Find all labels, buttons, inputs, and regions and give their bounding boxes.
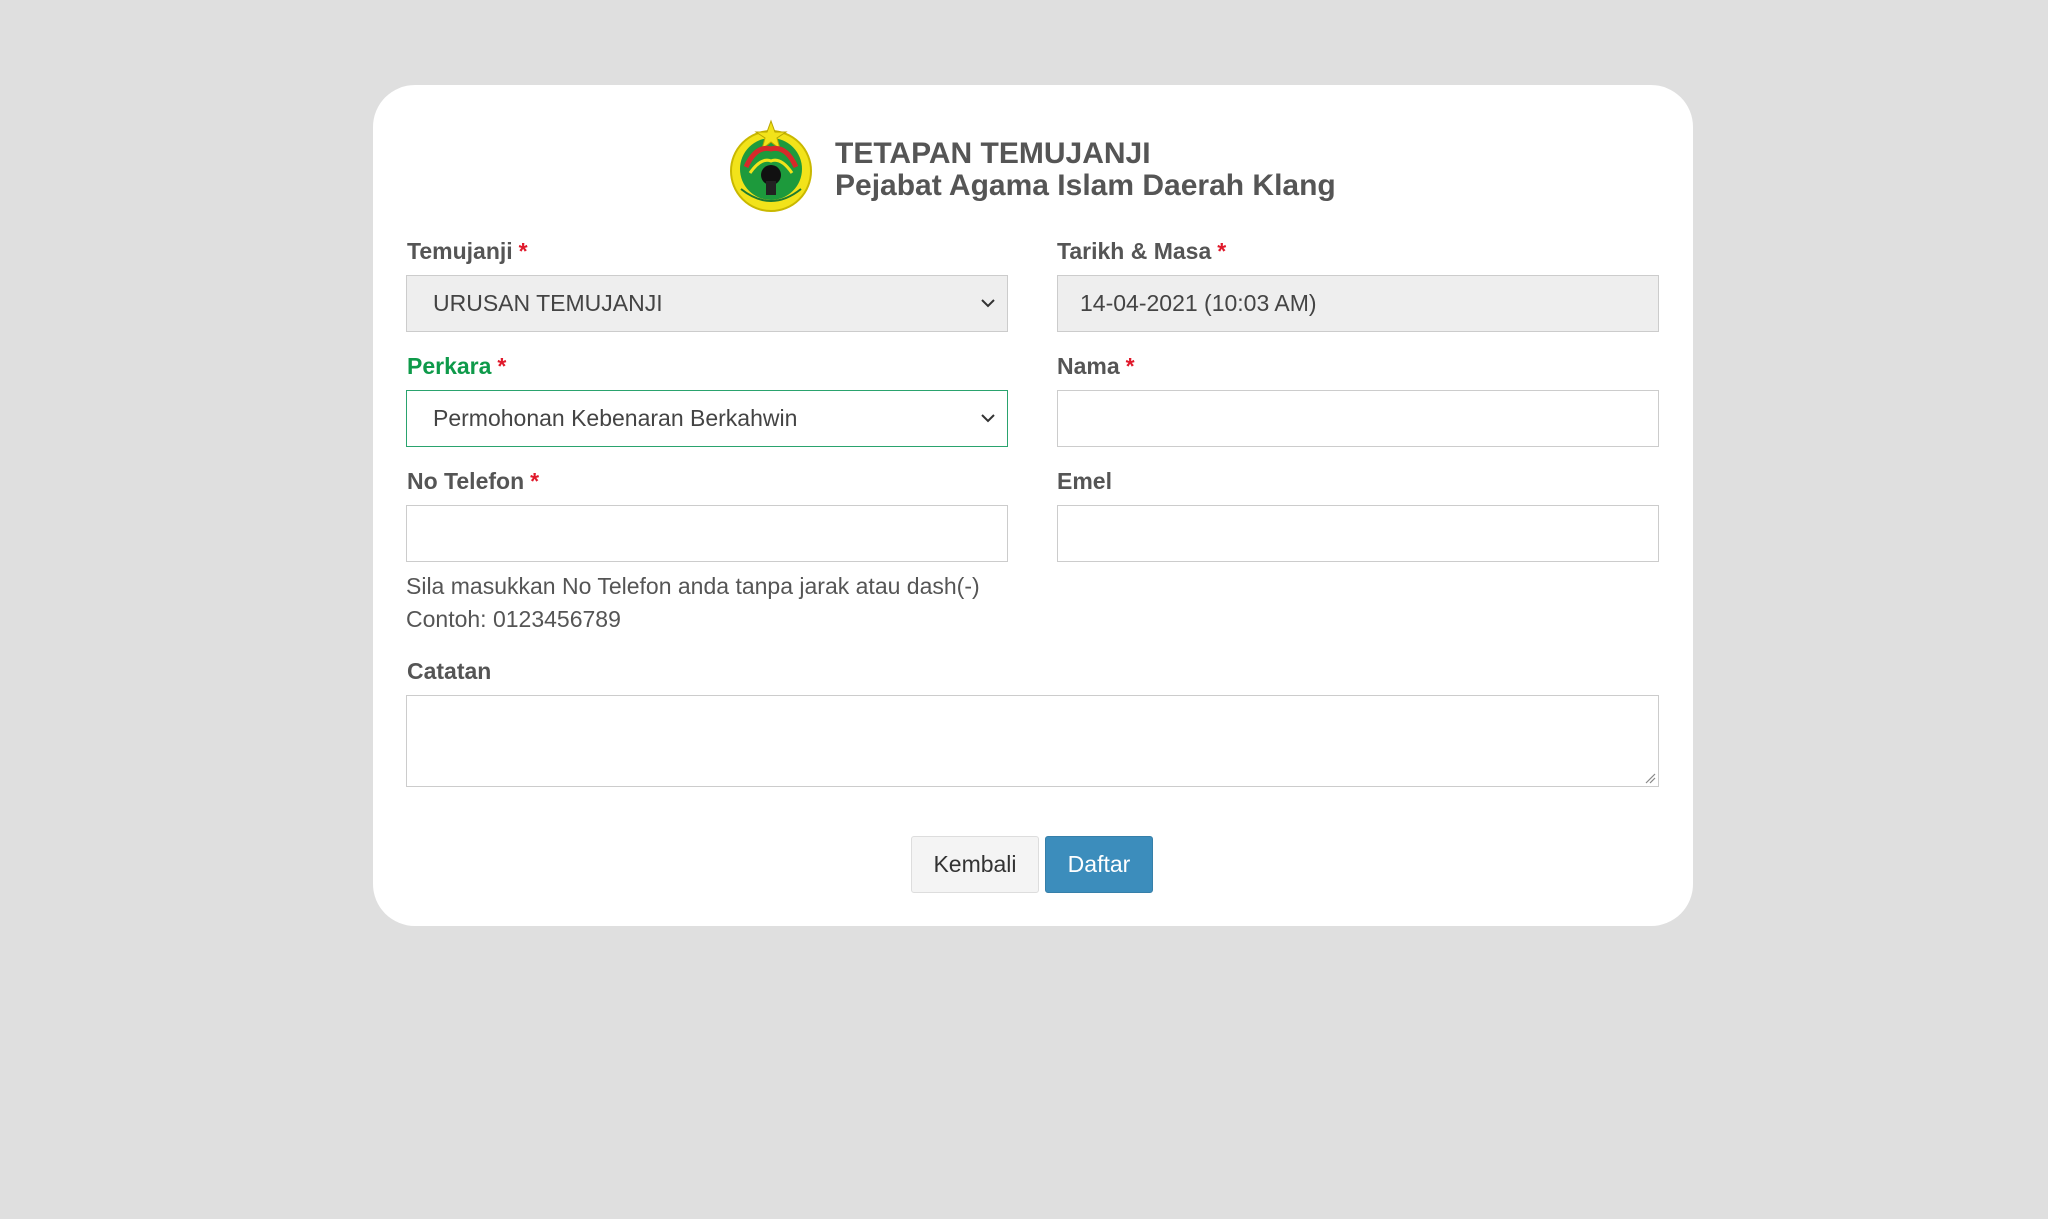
temujanji-select-value: URUSAN TEMUJANJI: [433, 290, 663, 316]
emel-input[interactable]: [1057, 505, 1659, 562]
nama-label: Nama *: [1057, 353, 1135, 380]
perkara-select[interactable]: Permohonan Kebenaran Berkahwin: [406, 390, 1008, 447]
back-button[interactable]: Kembali: [911, 836, 1039, 893]
no-telefon-help: Sila masukkan No Telefon anda tanpa jara…: [406, 573, 980, 599]
no-telefon-label: No Telefon *: [407, 468, 539, 495]
nama-input[interactable]: [1057, 390, 1659, 447]
appointment-form-card: TETAPAN TEMUJANJI Pejabat Agama Islam Da…: [373, 85, 1693, 926]
submit-button[interactable]: Daftar: [1045, 836, 1153, 893]
form-header: TETAPAN TEMUJANJI Pejabat Agama Islam Da…: [373, 117, 1693, 217]
catatan-label-text: Catatan: [407, 658, 492, 684]
required-marker: *: [497, 353, 507, 379]
tarikh-masa-label: Tarikh & Masa *: [1057, 238, 1226, 265]
state-crest-icon: [726, 117, 816, 217]
no-telefon-label-text: No Telefon: [407, 468, 525, 494]
no-telefon-input[interactable]: [406, 505, 1008, 562]
temujanji-label-text: Temujanji: [407, 238, 513, 264]
perkara-label: Perkara *: [407, 353, 506, 380]
required-marker: *: [1217, 238, 1227, 264]
required-marker: *: [1125, 353, 1135, 379]
temujanji-label: Temujanji *: [407, 238, 528, 265]
required-marker: *: [518, 238, 528, 264]
perkara-label-text: Perkara: [407, 353, 492, 379]
tarikh-masa-value: 14-04-2021 (10:03 AM): [1080, 290, 1317, 316]
no-telefon-example: Contoh: 0123456789: [406, 606, 621, 632]
temujanji-select[interactable]: URUSAN TEMUJANJI: [406, 275, 1008, 332]
emel-label: Emel: [1057, 468, 1112, 495]
tarikh-masa-field: 14-04-2021 (10:03 AM): [1057, 275, 1659, 332]
catatan-label: Catatan: [407, 658, 491, 685]
perkara-select-value: Permohonan Kebenaran Berkahwin: [433, 405, 798, 431]
page-title: TETAPAN TEMUJANJI: [835, 137, 1151, 170]
emel-label-text: Emel: [1057, 468, 1112, 494]
nama-label-text: Nama: [1057, 353, 1120, 379]
chevron-down-icon: [981, 299, 995, 308]
required-marker: *: [530, 468, 540, 494]
page-subtitle: Pejabat Agama Islam Daerah Klang: [835, 169, 1336, 202]
chevron-down-icon: [981, 414, 995, 423]
tarikh-masa-label-text: Tarikh & Masa: [1057, 238, 1212, 264]
catatan-textarea[interactable]: [406, 695, 1659, 787]
resize-handle-icon[interactable]: [1644, 772, 1656, 784]
